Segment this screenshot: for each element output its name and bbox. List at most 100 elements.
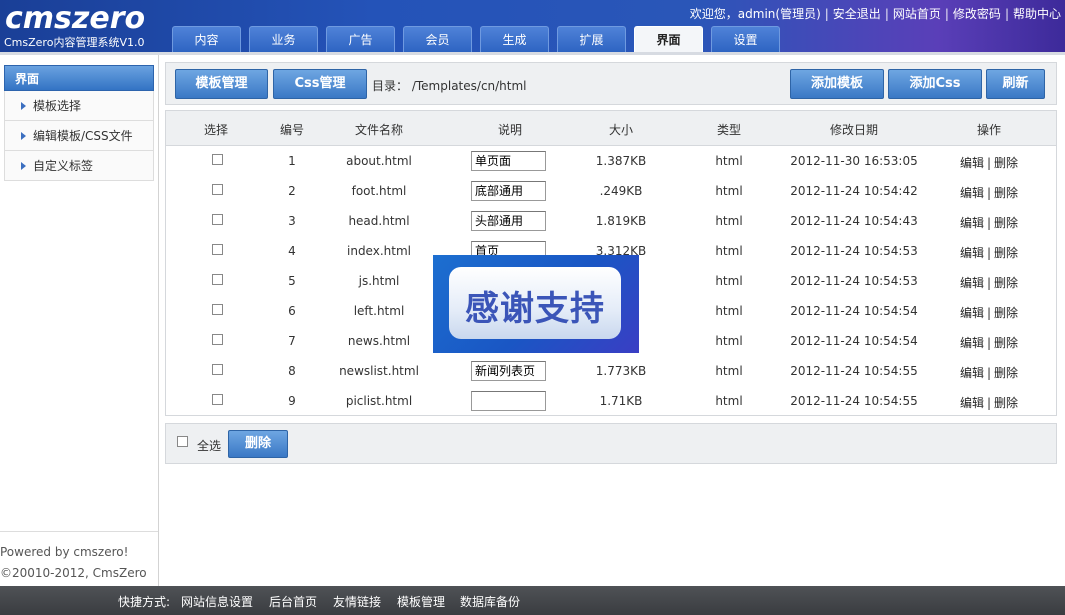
- row-modified: 2012-11-24 10:54:42: [790, 184, 918, 198]
- sidebar-item-edit-template[interactable]: 编辑模板/CSS文件: [4, 121, 154, 151]
- top-links: 欢迎您，admin(管理员) | 安全退出 | 网站首页 | 修改密码 | 帮助中心: [689, 7, 1061, 21]
- col-modified: 修改日期: [829, 123, 878, 137]
- change-password-link[interactable]: 修改密码: [953, 7, 1001, 21]
- row-actions: 编辑 | 删除: [954, 364, 1024, 381]
- sidebar-item-template-select[interactable]: 模板选择: [4, 91, 154, 121]
- col-actions: 操作: [976, 123, 1001, 137]
- directory-value: /Templates/cn/html: [411, 79, 527, 93]
- row-checkbox[interactable]: [212, 184, 223, 195]
- row-type: html: [715, 274, 743, 288]
- delete-link[interactable]: 删除: [994, 246, 1018, 260]
- delete-link[interactable]: 删除: [994, 306, 1018, 320]
- sidebar-item-label: 自定义标签: [33, 159, 94, 173]
- sidebar-item-custom-tags[interactable]: 自定义标签: [4, 151, 154, 181]
- site-home-link[interactable]: 网站首页: [893, 7, 941, 21]
- col-select: 选择: [203, 123, 228, 137]
- action-separator: |: [986, 216, 992, 230]
- row-id: 6: [288, 304, 296, 318]
- row-filename: newslist.html: [339, 364, 419, 378]
- row-actions: 编辑 | 删除: [954, 184, 1024, 201]
- shortcut-site-settings[interactable]: 网站信息设置: [181, 593, 253, 610]
- edit-link[interactable]: 编辑: [960, 306, 984, 320]
- row-checkbox[interactable]: [212, 244, 223, 255]
- tab-settings[interactable]: 设置: [711, 26, 780, 52]
- row-checkbox[interactable]: [212, 304, 223, 315]
- select-all-checkbox[interactable]: [177, 436, 188, 447]
- table-header: 选择 编号 文件名称 说明 大小 类型 修改日期 操作: [166, 111, 1056, 146]
- shortcut-template-manage[interactable]: 模板管理: [397, 593, 445, 610]
- shortcut-admin-home[interactable]: 后台首页: [269, 593, 317, 610]
- row-type: html: [715, 394, 743, 408]
- template-manage-button[interactable]: 模板管理: [175, 69, 268, 99]
- tab-business[interactable]: 业务: [249, 26, 318, 52]
- welcome-text: 欢迎您，admin(管理员): [689, 7, 821, 21]
- tab-content[interactable]: 内容: [172, 26, 241, 52]
- row-checkbox[interactable]: [212, 214, 223, 225]
- add-css-button[interactable]: 添加Css: [888, 69, 982, 99]
- delete-link[interactable]: 删除: [994, 336, 1018, 350]
- add-template-button[interactable]: 添加模板: [790, 69, 884, 99]
- tab-members[interactable]: 会员: [403, 26, 472, 52]
- delete-link[interactable]: 删除: [994, 186, 1018, 200]
- row-actions: 编辑 | 删除: [954, 334, 1024, 351]
- help-center-link[interactable]: 帮助中心: [1013, 7, 1061, 21]
- refresh-button[interactable]: 刷新: [986, 69, 1045, 99]
- row-filename: news.html: [347, 334, 411, 348]
- row-description-input[interactable]: 底部通用: [471, 181, 546, 201]
- shortcut-friend-links[interactable]: 友情链接: [333, 593, 381, 610]
- delete-link[interactable]: 删除: [994, 396, 1018, 410]
- row-filename: piclist.html: [345, 394, 413, 408]
- edit-link[interactable]: 编辑: [960, 276, 984, 290]
- row-id: 9: [288, 394, 296, 408]
- row-actions: 编辑 | 删除: [954, 244, 1024, 261]
- action-separator: |: [986, 246, 992, 260]
- row-filename: js.html: [358, 274, 400, 288]
- row-modified: 2012-11-24 10:54:54: [790, 334, 918, 348]
- row-type: html: [715, 364, 743, 378]
- edit-link[interactable]: 编辑: [960, 336, 984, 350]
- edit-link[interactable]: 编辑: [960, 186, 984, 200]
- edit-link[interactable]: 编辑: [960, 216, 984, 230]
- delete-link[interactable]: 删除: [994, 216, 1018, 230]
- row-type: html: [715, 214, 743, 228]
- row-description-input[interactable]: [471, 391, 546, 411]
- action-separator: |: [986, 156, 992, 170]
- action-separator: |: [986, 336, 992, 350]
- tab-extend[interactable]: 扩展: [557, 26, 626, 52]
- delete-link[interactable]: 删除: [994, 276, 1018, 290]
- row-modified: 2012-11-24 10:54:55: [790, 394, 918, 408]
- edit-link[interactable]: 编辑: [960, 246, 984, 260]
- tab-interface[interactable]: 界面: [634, 26, 703, 52]
- row-id: 5: [288, 274, 296, 288]
- row-actions: 编辑 | 删除: [954, 154, 1024, 171]
- row-checkbox[interactable]: [212, 154, 223, 165]
- row-description-input[interactable]: 新闻列表页: [471, 361, 546, 381]
- row-actions: 编辑 | 删除: [954, 274, 1024, 291]
- delete-link[interactable]: 删除: [994, 366, 1018, 380]
- logout-link[interactable]: 安全退出: [833, 7, 881, 21]
- edit-link[interactable]: 编辑: [960, 156, 984, 170]
- row-id: 2: [288, 184, 296, 198]
- app-subtitle: CmsZero内容管理系统V1.0: [4, 36, 145, 49]
- directory-label: 目录：: [372, 79, 409, 93]
- delete-selected-button[interactable]: 删除: [228, 430, 288, 458]
- css-manage-button[interactable]: Css管理: [273, 69, 367, 99]
- row-description-input[interactable]: 单页面: [471, 151, 546, 171]
- shortcut-db-backup[interactable]: 数据库备份: [460, 593, 520, 610]
- row-actions: 编辑 | 删除: [954, 304, 1024, 321]
- row-id: 7: [288, 334, 296, 348]
- tab-generate[interactable]: 生成: [480, 26, 549, 52]
- tab-ads[interactable]: 广告: [326, 26, 395, 52]
- row-checkbox[interactable]: [212, 394, 223, 405]
- col-id: 编号: [279, 123, 304, 137]
- edit-link[interactable]: 编辑: [960, 396, 984, 410]
- row-checkbox[interactable]: [212, 334, 223, 345]
- row-description-input[interactable]: 头部通用: [471, 211, 546, 231]
- delete-link[interactable]: 删除: [994, 156, 1018, 170]
- row-checkbox[interactable]: [212, 364, 223, 375]
- row-type: html: [715, 244, 743, 258]
- action-separator: |: [986, 276, 992, 290]
- row-size: 1.773KB: [595, 364, 647, 378]
- edit-link[interactable]: 编辑: [960, 366, 984, 380]
- row-checkbox[interactable]: [212, 274, 223, 285]
